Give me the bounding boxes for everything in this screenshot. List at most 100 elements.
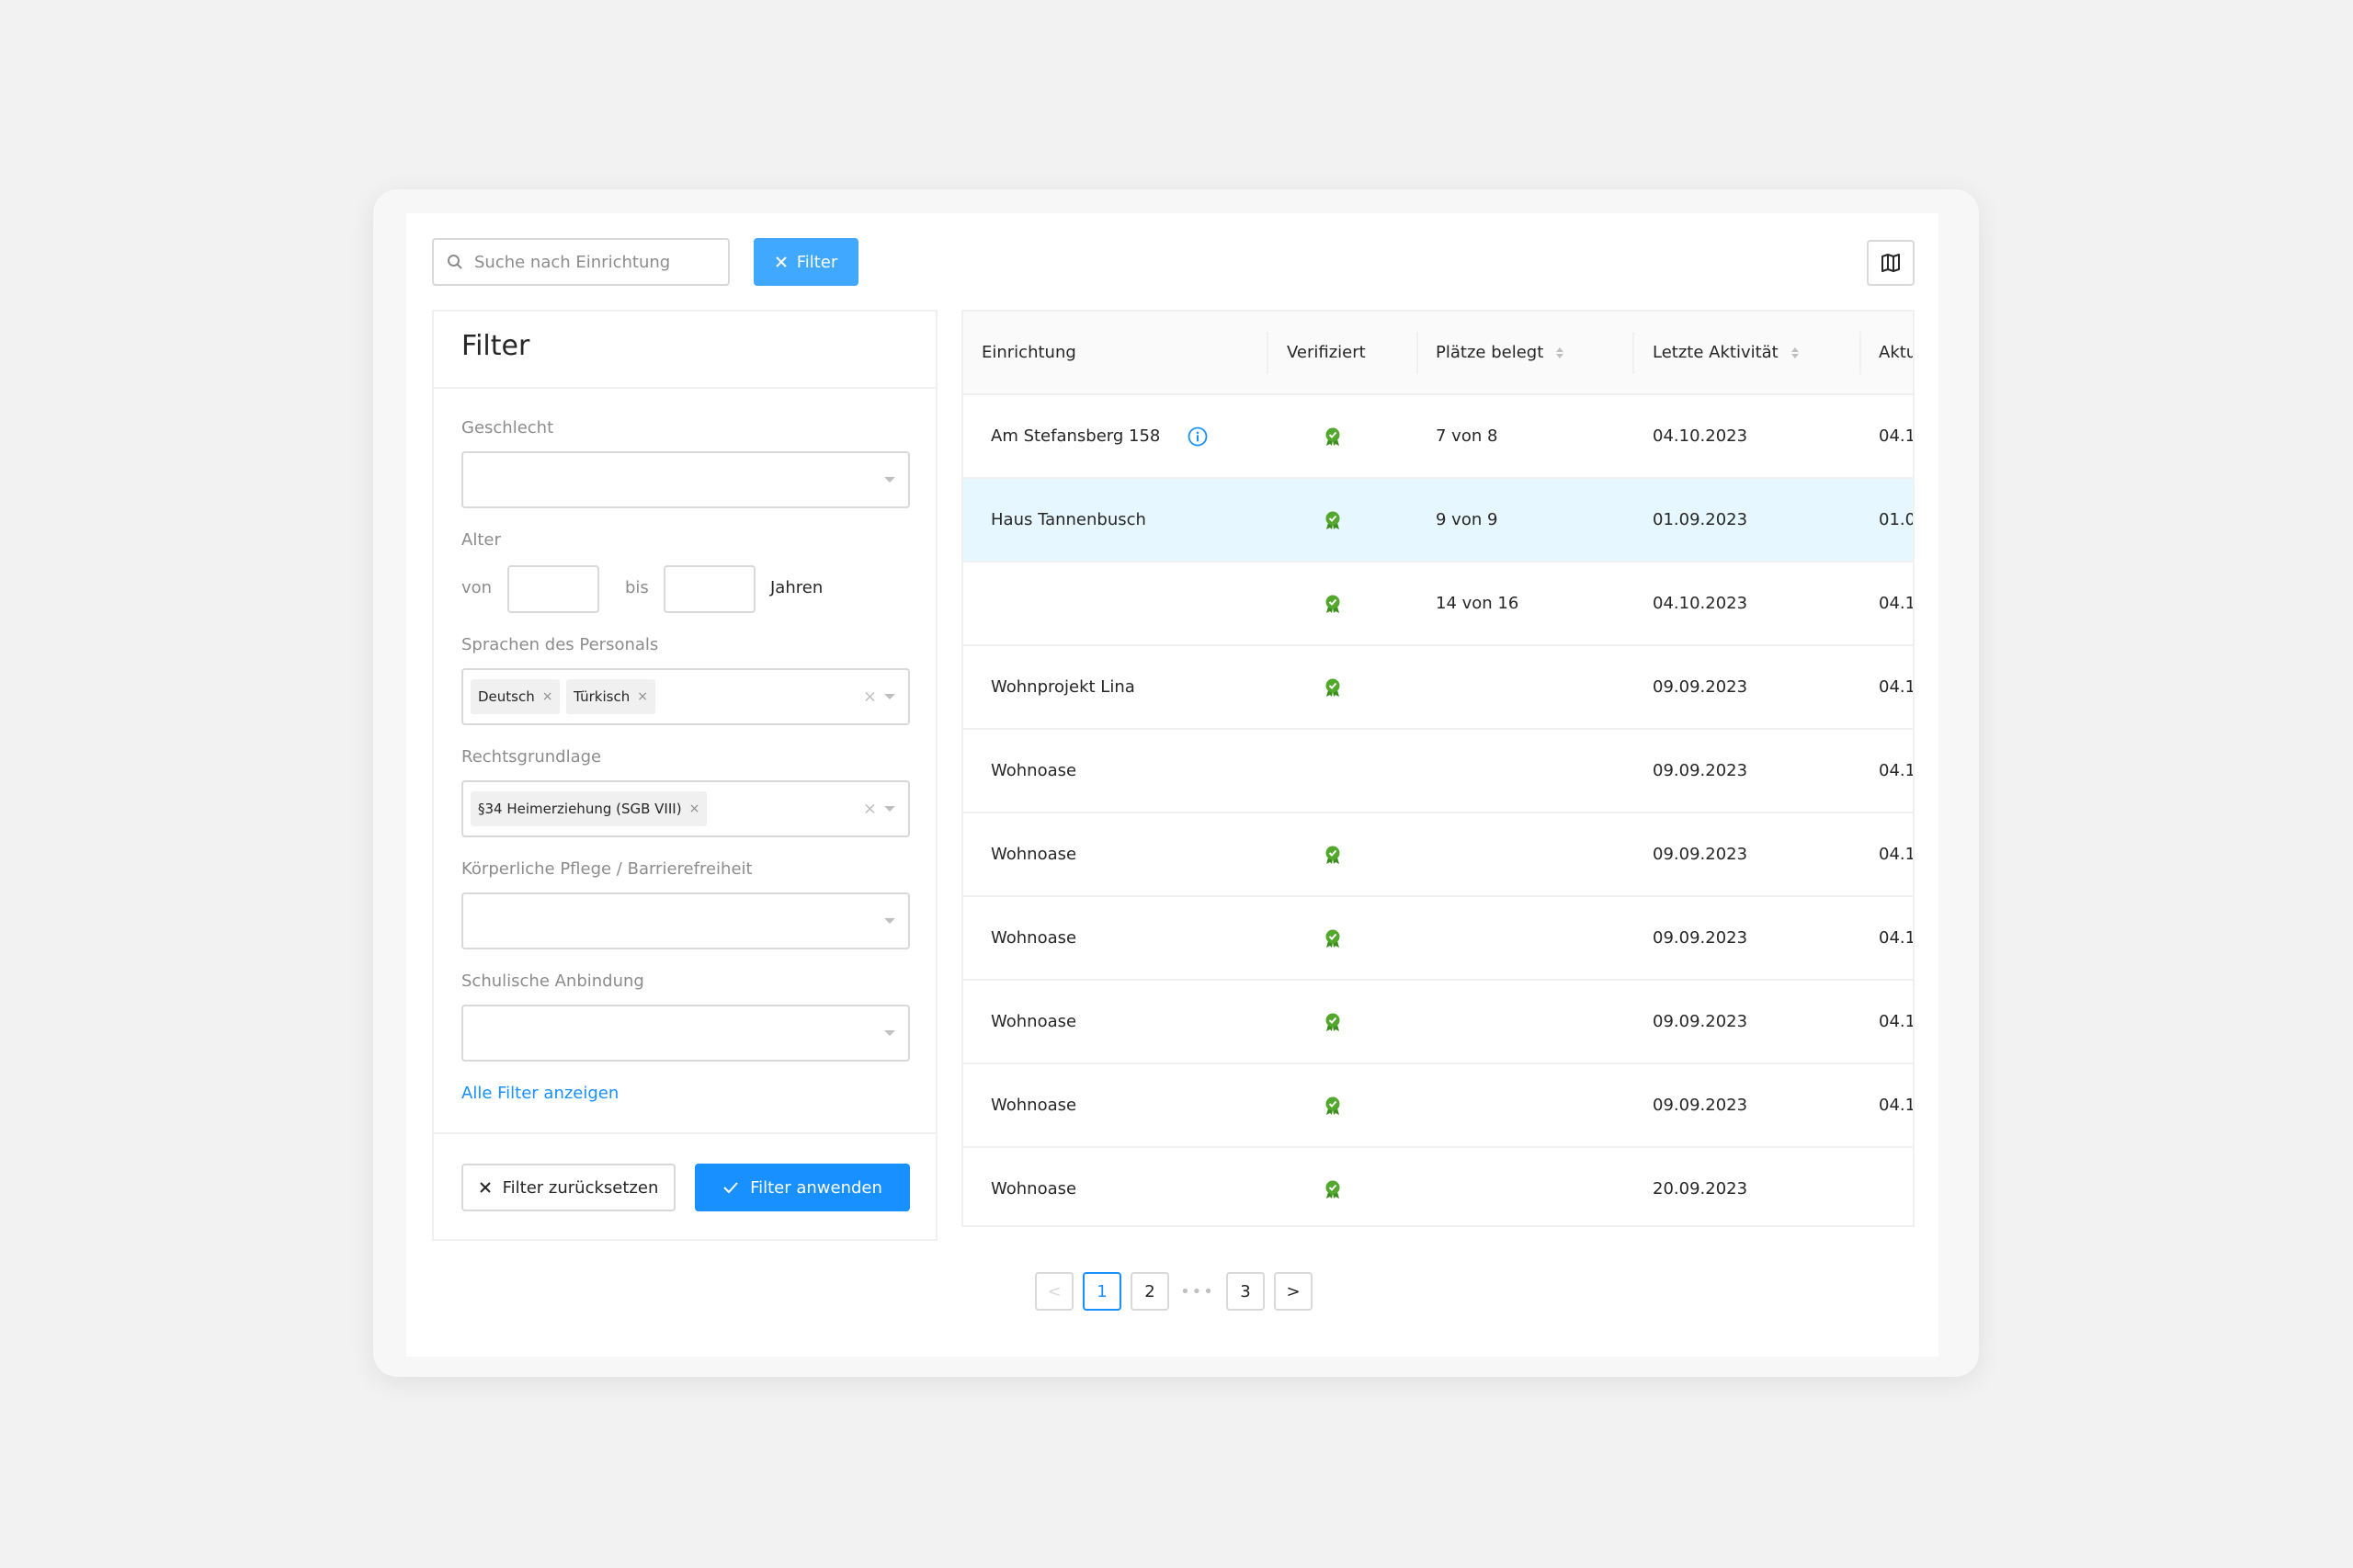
- tag-label: Deutsch: [478, 688, 535, 705]
- table-row[interactable]: Haus Tannenbusch 9 von 9 01.09.2023 01.0¹: [963, 479, 1915, 562]
- chevron-down-icon: [884, 477, 895, 483]
- verified-icon: [1325, 846, 1340, 864]
- cell-facility: Wohnoase: [991, 813, 1076, 895]
- map-view-button[interactable]: [1867, 240, 1915, 286]
- table-row[interactable]: Wohnoase 09.09.2023 04.1(: [963, 730, 1915, 813]
- cell-last-activity: 09.09.2023: [1653, 1096, 1748, 1115]
- cell-facility: Wohnoase: [991, 981, 1076, 1062]
- verified-icon: [1325, 595, 1340, 613]
- cell-current: 04.1(: [1879, 761, 1915, 780]
- pagination-ellipsis[interactable]: •••: [1178, 1272, 1217, 1311]
- school-select[interactable]: [461, 1005, 910, 1062]
- table-row[interactable]: Wohnoase 20.09.2023: [963, 1148, 1913, 1225]
- check-icon: [723, 1182, 738, 1194]
- cell-verified: [1324, 562, 1342, 644]
- age-to-label: bis: [625, 578, 649, 597]
- column-separator: [1859, 332, 1861, 374]
- cell-last-activity: 09.09.2023: [1653, 1012, 1748, 1031]
- cell-facility: Wohnoase: [991, 1148, 1076, 1225]
- cell-current: 04.1(: [1879, 1012, 1915, 1031]
- info-icon[interactable]: [1188, 426, 1208, 447]
- show-all-filters-link[interactable]: Alle Filter anzeigen: [461, 1084, 619, 1103]
- pagination-next-button[interactable]: >: [1274, 1272, 1313, 1311]
- age-from-input[interactable]: [507, 565, 599, 613]
- sort-icon[interactable]: [1556, 347, 1564, 358]
- languages-select[interactable]: Deutsch × Türkisch × ×: [461, 668, 910, 725]
- cell-verified: [1324, 1148, 1342, 1225]
- filter-panel: Filter Geschlecht Alter von bis Jahren S…: [432, 310, 938, 1241]
- cell-places: 7 von 8: [1436, 426, 1498, 446]
- search-placeholder: Suche nach Einrichtung: [474, 252, 671, 272]
- facility-name: Wohnoase: [991, 928, 1077, 948]
- tag-remove-icon[interactable]: ×: [542, 689, 553, 704]
- legal-basis-label: Rechtsgrundlage: [461, 747, 602, 767]
- cell-facility: Am Stefansberg 158: [991, 395, 1208, 477]
- verified-icon: [1325, 1013, 1340, 1031]
- facility-name: Wohnoase: [991, 1096, 1077, 1115]
- search-input[interactable]: Suche nach Einrichtung: [432, 238, 730, 286]
- tag-language[interactable]: Deutsch ×: [471, 679, 561, 714]
- cell-current: 01.0¹: [1879, 510, 1915, 529]
- cell-verified: [1324, 646, 1342, 728]
- sort-icon[interactable]: [1790, 347, 1799, 358]
- tag-language[interactable]: Türkisch ×: [566, 679, 655, 714]
- clear-icon[interactable]: ×: [863, 687, 877, 707]
- column-header-places[interactable]: Plätze belegt: [1436, 312, 1564, 393]
- verified-icon: [1325, 1180, 1340, 1199]
- cell-facility: Wohnprojekt Lina: [991, 646, 1135, 728]
- map-icon: [1881, 254, 1900, 272]
- tag-remove-icon[interactable]: ×: [689, 801, 700, 816]
- pagination-prev-button[interactable]: <: [1035, 1272, 1074, 1311]
- column-separator: [1632, 332, 1634, 374]
- table-row[interactable]: Wohnoase 09.09.2023 04.1(: [963, 1064, 1915, 1148]
- cell-facility: Wohnoase: [991, 1064, 1076, 1146]
- pagination-page-1[interactable]: 1: [1083, 1272, 1121, 1311]
- apply-filters-button[interactable]: Filter anwenden: [695, 1164, 910, 1211]
- cell-last-activity: 20.09.2023: [1653, 1179, 1748, 1199]
- chevron-down-icon: [884, 694, 895, 699]
- facility-name: Wohnoase: [991, 845, 1077, 864]
- legal-basis-select[interactable]: §34 Heimerziehung (SGB VIII) × ×: [461, 780, 910, 837]
- facility-name: Wohnprojekt Lina: [991, 677, 1135, 697]
- cell-current: 04.1(: [1879, 1096, 1915, 1115]
- table-row[interactable]: Wohnoase 09.09.2023 04.1(: [963, 981, 1915, 1064]
- clear-icon[interactable]: ×: [863, 800, 877, 819]
- care-label: Körperliche Pflege / Barrierefreiheit: [461, 859, 753, 879]
- reset-filters-button[interactable]: Filter zurücksetzen: [461, 1164, 676, 1211]
- facility-name: Wohnoase: [991, 761, 1077, 780]
- cell-current: 04.1(: [1879, 426, 1915, 446]
- apply-filters-label: Filter anwenden: [750, 1177, 882, 1198]
- column-header-current[interactable]: Aktu: [1879, 312, 1913, 393]
- cell-current: 04.1(: [1879, 594, 1915, 613]
- filter-toggle-button[interactable]: Filter: [754, 238, 858, 286]
- table-row[interactable]: Wohnoase 09.09.2023 04.1(: [963, 813, 1913, 897]
- age-range: von bis Jahren: [461, 565, 910, 613]
- table-row[interactable]: Wohnoase 09.09.2023 04.1(: [963, 897, 1915, 981]
- verified-icon: [1325, 427, 1340, 446]
- cell-last-activity: 09.09.2023: [1653, 928, 1748, 948]
- tag-legal-basis[interactable]: §34 Heimerziehung (SGB VIII) ×: [471, 791, 708, 826]
- cell-places: 9 von 9: [1436, 510, 1498, 529]
- verified-icon: [1325, 1096, 1340, 1115]
- column-header-last-activity[interactable]: Letzte Aktivität: [1653, 312, 1799, 393]
- table-row[interactable]: Am Stefansberg 158 7 von 8 04.10.2023 04.1(: [963, 395, 1915, 479]
- table-row[interactable]: Wohnprojekt Lina 09.09.2023 04.1(: [963, 646, 1913, 730]
- pagination-page-2[interactable]: 2: [1131, 1272, 1169, 1311]
- close-icon: [775, 256, 787, 267]
- verified-icon: [1325, 511, 1340, 529]
- tag-remove-icon[interactable]: ×: [637, 689, 648, 704]
- table-row[interactable]: 14 von 16 04.10.2023 04.1(: [963, 562, 1915, 646]
- verified-icon: [1325, 929, 1340, 948]
- gender-select[interactable]: [461, 451, 910, 508]
- care-select[interactable]: [461, 892, 910, 949]
- facility-name: Haus Tannenbusch: [991, 510, 1146, 529]
- age-to-input[interactable]: [664, 565, 756, 613]
- pagination-page-3[interactable]: 3: [1226, 1272, 1265, 1311]
- cell-last-activity: 04.10.2023: [1653, 426, 1748, 446]
- chevron-down-icon: [884, 918, 895, 924]
- column-header-verified[interactable]: Verifiziert: [1287, 312, 1366, 393]
- cell-current: 04.1(: [1879, 928, 1915, 948]
- column-header-facility[interactable]: Einrichtung: [982, 312, 1076, 393]
- gender-label: Geschlecht: [461, 418, 554, 437]
- cell-last-activity: 01.09.2023: [1653, 510, 1748, 529]
